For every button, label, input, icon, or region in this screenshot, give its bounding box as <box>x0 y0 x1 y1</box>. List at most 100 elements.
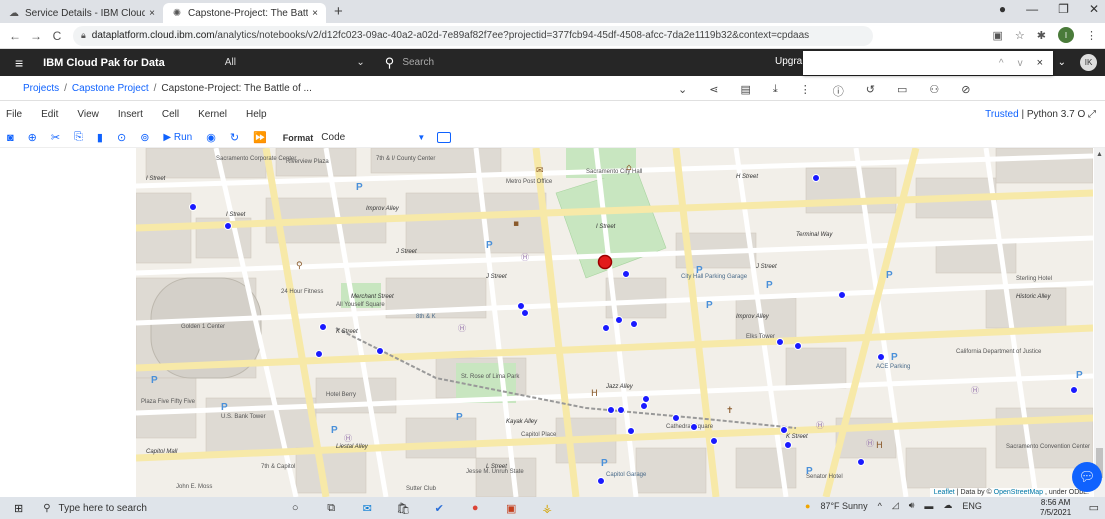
menu-help[interactable]: Help <box>246 109 267 120</box>
windows-start-icon[interactable]: ⊞ <box>14 502 23 515</box>
venue-marker[interactable] <box>877 353 885 361</box>
find-previous-button[interactable]: ^ <box>999 58 1004 69</box>
check-icon[interactable]: ✔ <box>432 501 446 515</box>
venue-marker[interactable] <box>1070 386 1078 394</box>
venue-marker[interactable] <box>617 406 625 414</box>
interrupt-icon[interactable]: ◉ <box>206 131 216 144</box>
trusted-badge[interactable]: Trusted <box>985 109 1019 120</box>
chevron-down-icon[interactable]: ⌄ <box>1058 57 1066 68</box>
venue-marker[interactable] <box>640 402 648 410</box>
app-icon[interactable]: ⚶ <box>540 501 554 515</box>
insert-cell-icon[interactable]: ⊕ <box>28 131 37 144</box>
venue-marker[interactable] <box>780 426 788 434</box>
keyboard-icon[interactable] <box>437 132 452 143</box>
venue-marker[interactable] <box>615 316 623 324</box>
menu-kernel[interactable]: Kernel <box>198 109 227 120</box>
menu-cell[interactable]: Cell <box>162 109 179 120</box>
upgrade-link[interactable]: Upgra <box>775 56 802 67</box>
venue-marker[interactable] <box>627 427 635 435</box>
cortana-icon[interactable]: ○ <box>288 501 302 515</box>
store-icon[interactable]: 🛍︎ <box>396 501 410 515</box>
mail-icon[interactable]: ✉ <box>360 501 374 515</box>
venue-marker[interactable] <box>189 203 197 211</box>
breadcrumb-project[interactable]: Capstone Project <box>72 83 149 94</box>
paste-icon[interactable]: ▮ <box>97 131 103 144</box>
notification-icon[interactable]: ▭ <box>1089 501 1099 514</box>
restart-icon[interactable]: ↻ <box>230 131 239 144</box>
venue-marker[interactable] <box>794 342 802 350</box>
star-icon[interactable]: ☆ <box>1015 29 1025 42</box>
puzzle-icon[interactable]: ✱ <box>1037 29 1046 42</box>
battery-icon[interactable]: ▬ <box>924 501 933 511</box>
onedrive-icon[interactable]: ☁ <box>943 500 952 511</box>
chevron-up-icon[interactable]: ^ <box>878 501 882 511</box>
folium-map[interactable]: I Street I Street I Street J Street J St… <box>136 148 1093 497</box>
venue-marker[interactable] <box>812 174 820 182</box>
tab-service-details[interactable]: ☁ Service Details - IBM Cloud × <box>0 3 163 23</box>
scroll-up-icon[interactable]: ▲ <box>1094 151 1105 158</box>
help-icon[interactable]: ⊘ <box>961 83 970 99</box>
url-field[interactable]: 🔒︎ dataplatform.cloud.ibm.com /analytics… <box>73 25 873 46</box>
venue-marker[interactable] <box>517 302 525 310</box>
venue-marker[interactable] <box>690 423 698 431</box>
leaflet-link[interactable]: Leaflet <box>934 489 955 496</box>
expand-icon[interactable]: ⤢ <box>1088 109 1096 120</box>
reload-icon[interactable]: C <box>51 29 63 43</box>
page-scrollbar[interactable]: ▲ <box>1094 148 1105 497</box>
venue-marker[interactable] <box>838 291 846 299</box>
search-scope-select[interactable]: All ⌄ <box>225 57 365 68</box>
profile-avatar[interactable]: I <box>1058 27 1074 43</box>
menu-view[interactable]: View <box>77 109 99 120</box>
new-tab-button[interactable]: + <box>334 3 343 20</box>
venue-marker[interactable] <box>672 414 680 422</box>
venue-marker[interactable] <box>607 406 615 414</box>
menu-edit[interactable]: Edit <box>41 109 58 120</box>
hamburger-menu-icon[interactable]: ≡ <box>15 55 23 71</box>
breadcrumb-projects[interactable]: Projects <box>23 83 59 94</box>
record-icon[interactable]: ● <box>999 2 1006 16</box>
network-icon[interactable]: ◿ <box>892 500 899 511</box>
tab-capstone-project[interactable]: ✺ Capstone-Project: The Battle of N × <box>163 3 326 23</box>
download-icon[interactable]: ⤓ <box>773 83 778 99</box>
cut-icon[interactable]: ✂ <box>51 131 60 144</box>
kernel-name[interactable]: Python 3.7 <box>1027 109 1075 120</box>
venue-marker[interactable] <box>784 441 792 449</box>
run-button[interactable]: ▶ Run <box>163 132 192 143</box>
global-search[interactable]: ⚲ Search <box>385 55 434 71</box>
venue-marker[interactable] <box>602 324 610 332</box>
venue-marker[interactable] <box>630 320 638 328</box>
chat-button[interactable]: 💬︎ <box>1072 462 1102 492</box>
more-vertical-icon[interactable]: ⋮ <box>800 83 811 99</box>
save-icon[interactable]: ◙ <box>7 132 14 144</box>
copy-icon[interactable]: ⎘ <box>74 131 83 144</box>
venue-marker[interactable] <box>376 347 384 355</box>
collaborators-icon[interactable]: ⚇ <box>929 83 939 99</box>
product-name[interactable]: IBM Cloud Pak for Data <box>43 57 165 69</box>
back-icon[interactable]: ← <box>9 29 21 43</box>
comment-icon[interactable]: ▭ <box>897 83 907 99</box>
venue-marker[interactable] <box>597 477 605 485</box>
schedule-icon[interactable]: ▤ <box>740 83 750 99</box>
menu-insert[interactable]: Insert <box>118 109 143 120</box>
volume-icon[interactable]: 🔊︎ <box>909 500 915 511</box>
share-icon[interactable]: ⋖ <box>709 83 718 99</box>
venue-marker[interactable] <box>776 338 784 346</box>
venue-marker[interactable] <box>857 458 865 466</box>
more-icon[interactable]: ⋮ <box>1086 29 1097 42</box>
user-avatar[interactable]: IK <box>1080 54 1097 71</box>
close-window-button[interactable]: ✕ <box>1089 2 1099 16</box>
close-tab-icon[interactable]: × <box>312 8 318 19</box>
find-in-page-bar[interactable]: ^ v × <box>803 51 1053 75</box>
venue-marker[interactable] <box>622 270 630 278</box>
find-close-button[interactable]: × <box>1037 57 1043 69</box>
chevron-down-icon[interactable]: ⌄ <box>678 83 687 99</box>
move-down-icon[interactable]: ⊚ <box>140 131 149 144</box>
menu-file[interactable]: File <box>6 109 22 120</box>
osm-link[interactable]: OpenStreetMap <box>994 489 1043 496</box>
map-canvas[interactable]: I Street I Street I Street J Street J St… <box>136 148 1093 497</box>
minimize-button[interactable]: — <box>1026 2 1038 16</box>
venue-marker[interactable] <box>224 222 232 230</box>
clock[interactable]: 8:56 AM 7/5/2021 <box>1040 498 1071 518</box>
restore-button[interactable]: ❐ <box>1058 2 1069 16</box>
extension-icon[interactable]: ▣ <box>993 29 1003 42</box>
